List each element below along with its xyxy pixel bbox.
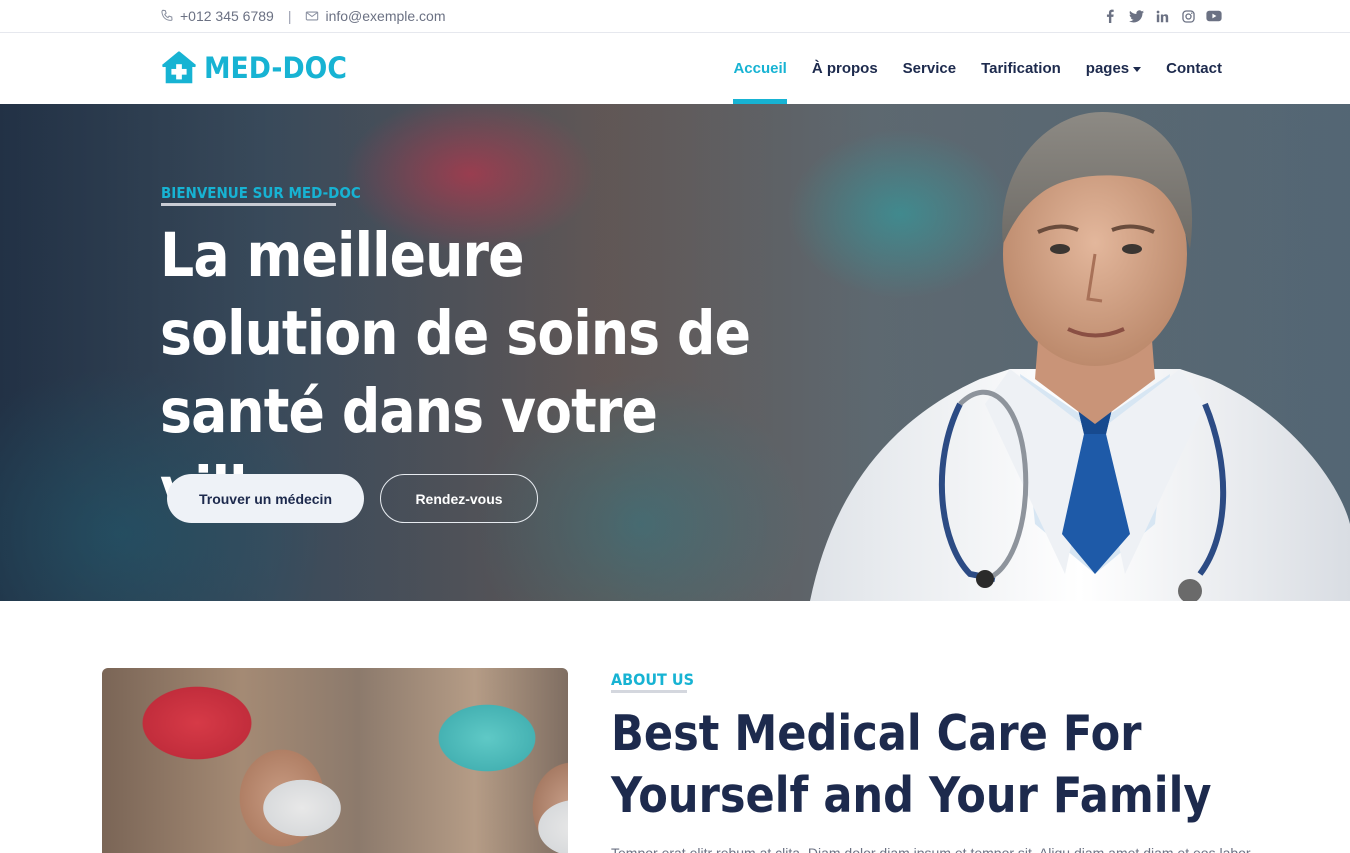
doctor-portrait-image	[810, 112, 1350, 601]
youtube-icon[interactable]	[1206, 8, 1222, 24]
phone-icon	[161, 9, 173, 21]
facebook-icon[interactable]	[1102, 8, 1118, 24]
nav-item-a-propos[interactable]: À propos	[812, 33, 878, 104]
brand-logo-link[interactable]: MED-DOC	[160, 50, 359, 86]
hero-eyebrow-underline	[161, 203, 336, 206]
about-eyebrow-underline	[611, 690, 687, 693]
find-doctor-button[interactable]: Trouver un médecin	[167, 474, 364, 523]
nav-menu: Accueil À propos Service Tarification pa…	[708, 33, 1222, 104]
about-title: Best Medical Care For Yourself and Your …	[611, 705, 1212, 824]
hero-banner: BIENVENUE SUR MED-DOC La meilleure solut…	[0, 104, 1350, 601]
surgeons-image	[102, 668, 568, 853]
phone-item[interactable]: +012 345 6789	[160, 8, 274, 24]
nav-item-contact[interactable]: Contact	[1166, 33, 1222, 104]
brand-name: MED-DOC	[204, 51, 347, 85]
instagram-icon[interactable]	[1180, 8, 1196, 24]
contact-separator: |	[287, 8, 292, 24]
twitter-icon[interactable]	[1128, 8, 1144, 24]
nav-item-pages-dropdown[interactable]: pages	[1085, 33, 1142, 104]
about-eyebrow: ABOUT US	[611, 670, 694, 689]
nav-item-service[interactable]: Service	[903, 33, 956, 104]
linkedin-icon[interactable]	[1154, 8, 1170, 24]
social-links	[1102, 0, 1222, 32]
email-address: info@exemple.com	[325, 8, 446, 24]
top-bar: +012 345 6789 | info@exemple.com	[0, 0, 1350, 33]
main-navbar: MED-DOC Accueil À propos Service Tarific…	[0, 33, 1350, 104]
house-medical-icon	[161, 51, 197, 84]
nav-item-accueil[interactable]: Accueil	[733, 33, 788, 104]
contact-info: +012 345 6789 | info@exemple.com	[160, 0, 446, 32]
nav-item-pages-label: pages	[1085, 60, 1130, 77]
email-item[interactable]: info@exemple.com	[305, 8, 446, 24]
about-text: Tempor erat elitr rebum at clita. Diam d…	[611, 845, 1251, 853]
appointment-button[interactable]: Rendez-vous	[380, 474, 538, 523]
caret-down-icon	[1133, 66, 1142, 72]
envelope-icon	[306, 11, 319, 21]
phone-number: +012 345 6789	[180, 8, 274, 24]
nav-item-tarification[interactable]: Tarification	[981, 33, 1061, 104]
